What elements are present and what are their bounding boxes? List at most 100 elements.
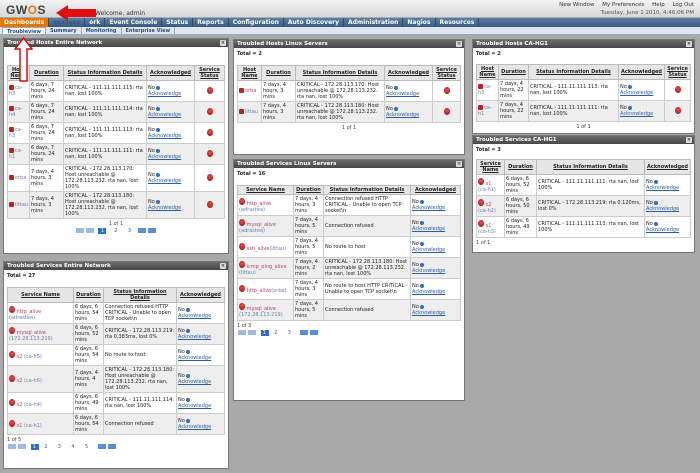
- first-page-button[interactable]: [75, 228, 84, 233]
- host-link[interactable]: (littau): [239, 270, 256, 276]
- acknowledge-link[interactable]: Acknowledge: [412, 205, 445, 211]
- critical-status-icon[interactable]: [443, 86, 450, 94]
- acknowledge-link[interactable]: Acknowledge: [646, 227, 679, 233]
- acknowledge-link[interactable]: Acknowledge: [178, 379, 211, 385]
- col-service-name[interactable]: Service Name: [476, 159, 505, 175]
- host-link[interactable]: (ca-h5): [24, 354, 42, 360]
- col-status-info[interactable]: Status Information Details: [295, 65, 385, 81]
- nav-configuration[interactable]: Configuration: [229, 18, 284, 27]
- col-acknowledged[interactable]: Acknowledged: [146, 65, 195, 81]
- acknowledge-link[interactable]: Acknowledge: [178, 403, 211, 409]
- service-link[interactable]: http_alive: [247, 288, 272, 294]
- col-service-status[interactable]: Service Status: [194, 65, 225, 81]
- close-icon[interactable]: ×: [686, 137, 692, 143]
- col-service-status[interactable]: Service Status: [664, 64, 691, 80]
- next-page-button[interactable]: [97, 444, 106, 449]
- critical-status-icon[interactable]: [206, 107, 213, 115]
- col-duration[interactable]: Duration: [293, 185, 324, 195]
- acknowledge-link[interactable]: Acknowledge: [178, 424, 211, 430]
- page-1[interactable]: 1: [98, 228, 107, 234]
- col-duration[interactable]: Duration: [73, 287, 104, 303]
- critical-status-icon[interactable]: [674, 106, 681, 114]
- host-link[interactable]: (172.28.113.219): [239, 312, 283, 318]
- col-host-name[interactable]: Host Name: [237, 65, 262, 81]
- host-link[interactable]: orba: [15, 175, 26, 181]
- acknowledge-link[interactable]: Acknowledge: [412, 289, 445, 295]
- close-icon[interactable]: ×: [686, 41, 692, 47]
- nav-resources[interactable]: Resources: [436, 18, 480, 27]
- prev-page-button[interactable]: [18, 444, 26, 449]
- acknowledge-link[interactable]: Acknowledge: [646, 185, 679, 191]
- acknowledge-link[interactable]: Acknowledge: [148, 133, 181, 139]
- acknowledge-link[interactable]: Acknowledge: [148, 154, 181, 160]
- last-page-button[interactable]: [107, 444, 116, 449]
- first-page-button[interactable]: [238, 330, 246, 335]
- page-2[interactable]: 2: [274, 330, 282, 336]
- acknowledge-link[interactable]: Acknowledge: [412, 247, 445, 253]
- host-link[interactable]: (littau): [269, 246, 286, 252]
- tab-troubleview[interactable]: Troubleview: [2, 27, 46, 35]
- critical-status-icon[interactable]: [206, 128, 213, 136]
- col-acknowledged[interactable]: Acknowledged: [384, 65, 433, 81]
- tab-monitoring[interactable]: Monitoring: [82, 27, 122, 34]
- page-4[interactable]: 4: [71, 444, 79, 450]
- host-link[interactable]: littau: [15, 202, 28, 208]
- nav-nagios[interactable]: Nagios: [403, 18, 436, 27]
- col-duration[interactable]: Duration: [498, 64, 529, 80]
- critical-status-icon[interactable]: [206, 86, 213, 94]
- col-acknowledged[interactable]: Acknowledged: [410, 185, 461, 195]
- close-icon[interactable]: ×: [456, 41, 462, 47]
- acknowledge-link[interactable]: Acknowledge: [386, 91, 419, 97]
- col-status-info[interactable]: Status Information Details: [103, 287, 177, 303]
- acknowledge-link[interactable]: Acknowledge: [646, 206, 679, 212]
- col-service-status[interactable]: Service Status: [432, 65, 461, 81]
- close-icon[interactable]: ×: [220, 40, 226, 46]
- col-duration[interactable]: Duration: [504, 159, 537, 175]
- page-3[interactable]: 3: [288, 330, 296, 336]
- host-link[interactable]: (adrastea): [239, 228, 265, 234]
- nav-event-console[interactable]: Event Console: [105, 18, 163, 27]
- first-page-button[interactable]: [8, 444, 16, 449]
- acknowledge-link[interactable]: Acknowledge: [148, 91, 181, 97]
- page-1[interactable]: 1: [260, 330, 269, 336]
- nav-auto-discovery[interactable]: Auto Discovery: [284, 18, 345, 27]
- col-service-name[interactable]: Service Name: [237, 185, 294, 195]
- next-page-button[interactable]: [300, 330, 309, 335]
- service-link[interactable]: ssh_alive: [247, 246, 270, 252]
- nav-administration[interactable]: Administration: [344, 18, 404, 27]
- col-status-info[interactable]: Status Information Details: [528, 64, 619, 80]
- col-service-name[interactable]: Service Name: [7, 287, 74, 303]
- host-link[interactable]: (172.28.113.219): [9, 336, 53, 342]
- col-status-info[interactable]: Status Information Details: [536, 159, 645, 175]
- critical-status-icon[interactable]: [206, 200, 213, 208]
- service-link[interactable]: s2: [17, 402, 23, 408]
- page-3[interactable]: 3: [58, 444, 66, 450]
- host-link[interactable]: (adrastea): [239, 207, 265, 213]
- service-link[interactable]: s1: [17, 423, 23, 429]
- tab-enterprise-view[interactable]: Enterprise View: [122, 27, 176, 34]
- acknowledge-link[interactable]: Acknowledge: [412, 310, 445, 316]
- host-link[interactable]: (adrastea): [9, 315, 35, 321]
- col-duration[interactable]: Duration: [261, 65, 296, 81]
- acknowledge-link[interactable]: Acknowledge: [148, 112, 181, 118]
- close-icon[interactable]: ×: [220, 263, 226, 269]
- service-link[interactable]: s2: [17, 378, 23, 384]
- acknowledge-link[interactable]: Acknowledge: [148, 205, 181, 211]
- service-link[interactable]: s2: [17, 354, 23, 360]
- acknowledge-link[interactable]: Acknowledge: [178, 313, 211, 319]
- col-duration[interactable]: Duration: [29, 65, 64, 81]
- acknowledge-link[interactable]: Acknowledge: [412, 226, 445, 232]
- next-page-button[interactable]: [138, 228, 147, 233]
- prev-page-button[interactable]: [248, 330, 256, 335]
- host-link[interactable]: (ca-h3): [478, 229, 496, 235]
- host-link[interactable]: littau: [245, 109, 258, 115]
- nav-status[interactable]: Status: [162, 18, 194, 27]
- host-link[interactable]: (ca-h1): [24, 423, 42, 429]
- col-acknowledged[interactable]: Acknowledged: [618, 64, 665, 80]
- acknowledge-link[interactable]: Acknowledge: [620, 111, 653, 117]
- host-link[interactable]: orba: [245, 88, 256, 94]
- col-status-info[interactable]: Status Information Details: [63, 65, 147, 81]
- last-page-button[interactable]: [148, 228, 157, 233]
- acknowledge-link[interactable]: Acknowledge: [178, 355, 211, 361]
- host-link[interactable]: (ca-h1): [478, 187, 496, 193]
